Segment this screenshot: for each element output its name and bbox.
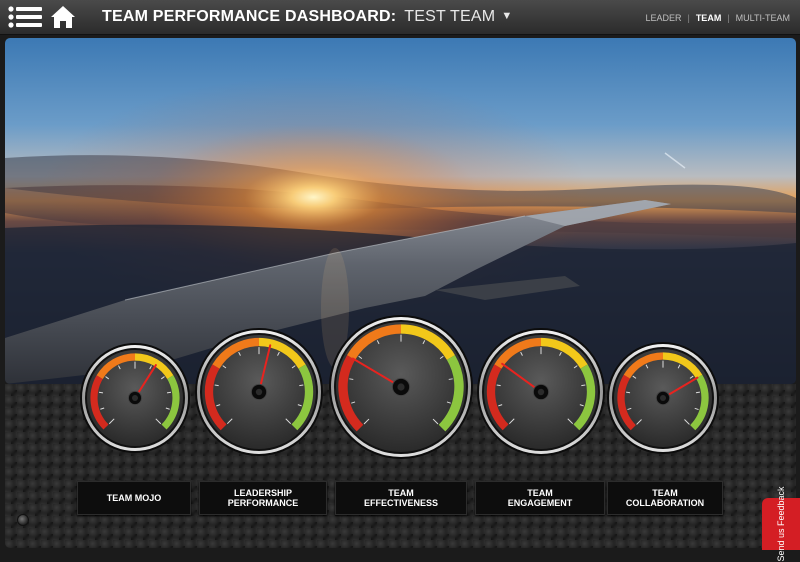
top-bar: TEAM PERFORMANCE DASHBOARD: TEST TEAM ▼ LE… [0, 0, 800, 35]
page-title: TEAM PERFORMANCE DASHBOARD: TEST TEAM ▼ [102, 8, 512, 26]
gauge-label[interactable]: LEADERSHIP PERFORMANCE [199, 481, 327, 515]
gauge-team-mojo[interactable] [76, 339, 194, 457]
gauge-label-text: TEAM MOJO [106, 493, 162, 503]
gauge-tick [448, 378, 453, 380]
gauge-tick [98, 391, 104, 394]
gauge-label[interactable]: TEAM COLLABORATION [607, 481, 723, 515]
home-icon[interactable] [50, 4, 76, 30]
gauge-label-text: TEAM ENGAGEMENT [507, 488, 573, 508]
team-name: TEST TEAM [404, 8, 496, 25]
feedback-tab[interactable]: Send us Feedback [762, 486, 800, 562]
gauge-label-text: TEAM EFFECTIVENESS [363, 488, 438, 508]
gauge-team-effectiveness[interactable] [325, 311, 477, 463]
view-separator: | [687, 13, 690, 23]
gauge-tick [496, 384, 501, 387]
gauge-tick [349, 378, 354, 380]
dashboard-title: TEAM PERFORMANCE DASHBOARD: [102, 8, 397, 25]
gauge-hub-cap [255, 388, 263, 396]
gauge-team-engagement[interactable] [473, 324, 609, 460]
gauge-hub-cap [132, 395, 138, 401]
view-team[interactable]: TEAM [696, 13, 722, 23]
gauge-tick [214, 384, 219, 387]
caret-down-icon: ▼ [501, 10, 513, 22]
gauge-tick [581, 384, 586, 387]
view-separator: | [727, 13, 730, 23]
view-multi-team[interactable]: MULTI-TEAM [736, 13, 790, 23]
gauge-label-text: TEAM COLLABORATION [625, 488, 705, 508]
gauge-tick [166, 391, 172, 394]
gauge-label[interactable]: TEAM EFFECTIVENESS [335, 481, 467, 515]
gauge-hub-cap [660, 395, 666, 401]
gauge-label-text: LEADERSHIP PERFORMANCE [227, 488, 299, 508]
view-switcher: LEADER | TEAM | MULTI-TEAM [645, 13, 790, 23]
gauge-hub-cap [537, 388, 545, 396]
gauge-label[interactable]: TEAM ENGAGEMENT [475, 481, 605, 515]
gauge-tick [299, 384, 304, 387]
feedback-label: Send us Feedback [776, 486, 786, 562]
gauge-team-collaboration[interactable] [603, 338, 723, 458]
bolt-icon [17, 514, 29, 526]
gauge-hub-cap [397, 383, 405, 391]
gauge-tick [626, 391, 631, 394]
gauge-tick [695, 391, 700, 394]
gauge-leadership-performance[interactable] [191, 324, 327, 460]
menu-icon[interactable] [8, 6, 42, 28]
view-leader[interactable]: LEADER [645, 13, 681, 23]
team-selector[interactable]: TEST TEAM ▼ [404, 8, 512, 25]
gauge-label[interactable]: TEAM MOJO [77, 481, 191, 515]
